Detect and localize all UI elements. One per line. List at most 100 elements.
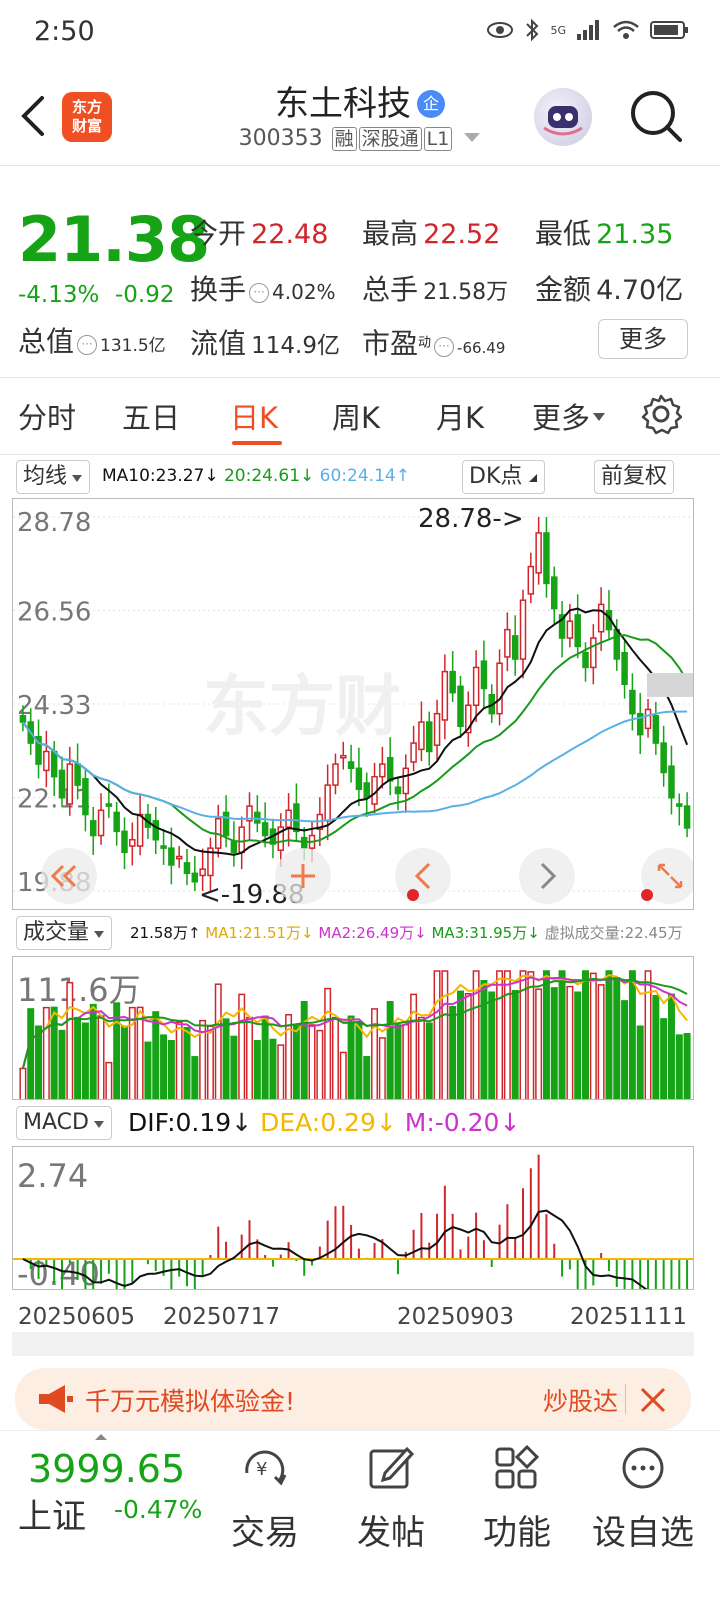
volume-bar xyxy=(316,1029,324,1099)
volume-bar xyxy=(410,993,418,1099)
volume-bar xyxy=(589,972,597,1099)
volume-bar xyxy=(503,970,511,1099)
more-quote-button[interactable]: 更多 xyxy=(598,319,688,359)
volume-bar xyxy=(550,987,558,1099)
volume-bar xyxy=(417,1016,425,1099)
volume-bar xyxy=(542,970,550,1099)
nav-trade-label: 交易 xyxy=(231,1513,299,1553)
tab-five-day[interactable]: 五日 xyxy=(122,395,180,437)
candle-body xyxy=(410,742,417,763)
ma60-readout: 60:24.14 xyxy=(319,466,396,486)
candle-body xyxy=(363,782,370,799)
info-icon[interactable]: ··· xyxy=(434,337,455,357)
candle-body xyxy=(496,662,503,715)
volume-y-label: 111.6万 xyxy=(17,971,141,1009)
volume-bar xyxy=(58,1029,66,1099)
candle-body xyxy=(527,565,535,595)
volume-bar xyxy=(66,981,74,1099)
volume-chart[interactable]: 111.6万 xyxy=(12,956,694,1100)
volume-bar xyxy=(457,990,464,1099)
tab-intraday[interactable]: 分时 xyxy=(18,395,76,437)
nav-functions[interactable]: 功能 xyxy=(462,1443,572,1554)
bottom-nav: 3999.65 上证 -0.47% ¥ 交易 发帖 功能 设自选 xyxy=(0,1430,720,1600)
volume-bar xyxy=(667,993,675,1099)
volume-bar xyxy=(535,988,543,1099)
robot-assistant-icon[interactable] xyxy=(534,88,592,146)
watermark: 东方财 xyxy=(203,668,401,745)
info-icon[interactable]: ··· xyxy=(249,283,270,303)
candle-body xyxy=(168,847,175,866)
nav-add-watchlist[interactable]: 设自选 xyxy=(588,1443,698,1554)
y-tick-label: 26.56 xyxy=(17,598,91,628)
promo-banner[interactable]: 千万元模拟体验金! 炒股达 xyxy=(15,1368,691,1430)
candle-body xyxy=(394,786,402,795)
candle-body xyxy=(402,767,410,795)
tab-weekly-k[interactable]: 周K xyxy=(332,395,380,437)
tab-more[interactable]: 更多 xyxy=(532,395,606,437)
candle-body xyxy=(175,855,183,860)
pe-sup: 动 xyxy=(418,335,432,351)
vol-ma3: MA3:31.95万 xyxy=(431,924,528,942)
nav-trade[interactable]: ¥ 交易 xyxy=(210,1443,320,1554)
volume-bar xyxy=(605,970,613,1099)
volume-bar xyxy=(183,1027,191,1099)
volume-bar xyxy=(324,987,332,1099)
macd-selector[interactable]: MACD xyxy=(16,1106,112,1140)
next-button xyxy=(519,848,575,904)
dk-label: DK点 xyxy=(469,464,523,489)
search-icon xyxy=(631,91,682,142)
macd-y-top: 2.74 xyxy=(17,1157,88,1195)
settings-button[interactable] xyxy=(640,393,683,439)
candle-body xyxy=(183,862,191,875)
info-icon[interactable]: ··· xyxy=(77,335,98,355)
adjust-selector[interactable]: 前复权 xyxy=(594,460,675,494)
megaphone-icon xyxy=(39,1385,73,1413)
volume-current: 21.58万 xyxy=(130,924,188,942)
volume-bar xyxy=(480,980,488,1099)
tab-monthly-k[interactable]: 月K xyxy=(436,395,484,437)
candle-body xyxy=(74,763,81,786)
promo-text: 千万元模拟体验金! xyxy=(85,1387,296,1416)
candle-body xyxy=(129,838,136,847)
turnover-label: 换手 xyxy=(190,273,247,306)
volume-bar xyxy=(136,1006,144,1099)
candle-body xyxy=(66,763,74,805)
volume-bar xyxy=(347,1015,355,1099)
index-name[interactable]: 上证 xyxy=(18,1489,86,1538)
index-value[interactable]: 3999.65 xyxy=(28,1447,185,1491)
caret-down-icon xyxy=(72,475,83,482)
dk-point-toggle[interactable]: DK点 xyxy=(462,460,546,494)
volume-bar xyxy=(27,1008,35,1099)
x-date-2: 20250717 xyxy=(163,1304,281,1330)
macd-chart[interactable]: 2.74 -0.40 xyxy=(12,1146,694,1290)
volume-bar xyxy=(308,1024,316,1099)
open-label: 今开 xyxy=(190,217,247,250)
virtual-volume: 虚拟成交量:22.45万 xyxy=(544,924,683,942)
candle-body xyxy=(668,765,675,799)
ma10-readout: MA10:23.27 xyxy=(102,466,205,486)
candle-body xyxy=(19,715,27,723)
pe-row: 市盈动 ··· -66.49 xyxy=(362,322,505,362)
candle-body xyxy=(566,620,574,639)
caret-down-icon xyxy=(94,931,105,938)
amount-value: 4.70亿 xyxy=(596,275,684,306)
turnover-value: 4.02% xyxy=(272,280,336,304)
promo-link[interactable]: 炒股达 xyxy=(543,1382,618,1418)
caret-down-icon xyxy=(93,1121,104,1128)
volume-indicator-selector[interactable]: 成交量 xyxy=(16,916,113,950)
close-icon[interactable] xyxy=(639,1386,667,1414)
nav-post[interactable]: 发帖 xyxy=(336,1443,446,1554)
volume-row: 总手 21.58万 xyxy=(362,268,508,308)
volume-bar xyxy=(496,970,504,1099)
tab-daily-k[interactable]: 日K xyxy=(230,395,278,437)
stock-code-row[interactable]: 300353 融深股通 L1 xyxy=(0,126,720,151)
candle-body xyxy=(97,809,105,837)
svg-text:¥: ¥ xyxy=(256,1459,267,1480)
candle-body xyxy=(660,742,667,774)
candle-body xyxy=(160,845,167,849)
signal-icon xyxy=(577,20,599,40)
search-button[interactable] xyxy=(628,88,684,144)
ma-selector[interactable]: 均线 xyxy=(16,460,91,494)
kline-chart[interactable]: 28.7826.5624.3322.1119.88东方财28.78-><-19.… xyxy=(12,498,694,910)
corner-caret-icon xyxy=(529,474,538,482)
